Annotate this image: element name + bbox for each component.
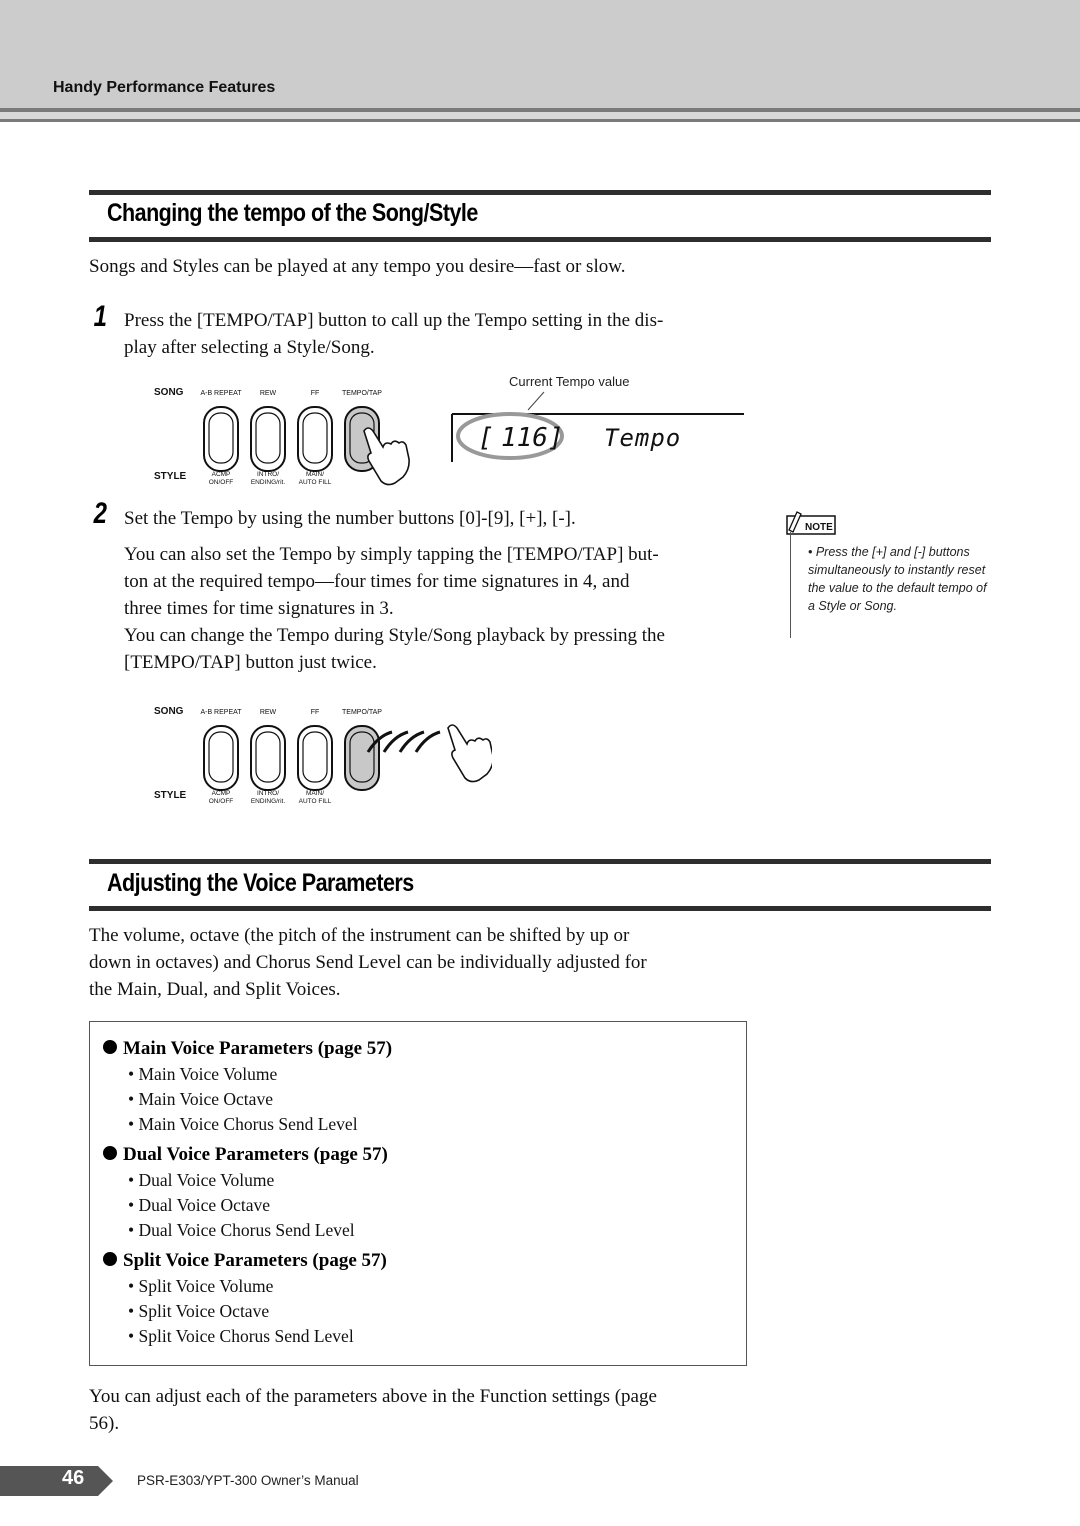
- panel-illustration-double-tap: SONG A-B REPEAT REW FF TEMPO/TAP STYLE A…: [152, 702, 492, 812]
- button-label-top: TEMPO/TAP: [342, 390, 382, 397]
- section2-intro-line1: The volume, octave (the pitch of the ins…: [89, 925, 630, 946]
- song-label: SONG: [154, 387, 184, 398]
- param-item: • Main Voice Volume: [128, 1064, 278, 1084]
- step2-text: Set the Tempo by using the number button…: [124, 508, 576, 529]
- step2-para2-line1: You can change the Tempo during Style/So…: [124, 625, 665, 646]
- section-rule-top: [89, 859, 991, 864]
- section-intro: Songs and Styles can be played at any te…: [89, 256, 626, 277]
- param-item: • Main Voice Chorus Send Level: [128, 1114, 358, 1134]
- page-number: 46: [62, 1467, 85, 1489]
- header-rule-lower: [0, 119, 1080, 122]
- heading-text: Main Voice Parameters (page 57): [123, 1038, 393, 1059]
- hand-pointer-icon: [447, 724, 492, 783]
- manual-name: PSR-E303/YPT-300 Owner’s Manual: [137, 1473, 359, 1488]
- step2-para2-line2: [TEMPO/TAP] button just twice.: [124, 652, 377, 673]
- section-rule-bottom: [89, 906, 991, 911]
- param-item: • Dual Voice Octave: [128, 1195, 271, 1215]
- button-label-bottom-1: ACMP: [211, 790, 231, 797]
- tempo-label: Tempo: [604, 424, 681, 452]
- section2-outro-line1: You can adjust each of the parameters ab…: [89, 1386, 657, 1407]
- lcd-display: [ 116 ] Tempo: [451, 391, 744, 462]
- button-label-bottom-2: ENDING/rit.: [250, 798, 286, 805]
- style-label: STYLE: [154, 790, 187, 801]
- step-number-1: 1: [93, 300, 108, 333]
- section-title-voice-parameters: Adjusting the Voice Parameters: [107, 869, 414, 897]
- button-label-bottom-2: ON/OFF: [208, 798, 234, 805]
- step1-line1: Press the [TEMPO/TAP] button to call up …: [124, 310, 664, 331]
- section-rule-bottom: [89, 237, 991, 242]
- button-label-bottom-1: MAIN/: [305, 790, 325, 797]
- display-caption: Current Tempo value: [509, 374, 630, 389]
- note-badge-icon: NOTE: [786, 511, 836, 535]
- param-item: • Dual Voice Chorus Send Level: [128, 1220, 355, 1240]
- section-rule-top: [89, 190, 991, 195]
- button-label-bottom-1: INTRO/: [256, 471, 280, 478]
- button-label-bottom-2: AUTO FILL: [298, 479, 332, 486]
- param-item: • Split Voice Octave: [128, 1301, 270, 1321]
- param-item: • Split Voice Volume: [128, 1276, 274, 1296]
- section2-intro-line3: the Main, Dual, and Split Voices.: [89, 979, 341, 1000]
- display-bracket-right: ]: [548, 423, 564, 453]
- section2-intro-line2: down in octaves) and Chorus Send Level c…: [89, 952, 647, 973]
- param-item: • Split Voice Chorus Send Level: [128, 1326, 354, 1346]
- running-head: Handy Performance Features: [53, 79, 276, 96]
- bullet-icon: [103, 1040, 117, 1054]
- bullet-icon: [103, 1146, 117, 1160]
- svg-text:NOTE: NOTE: [805, 522, 833, 533]
- display-bracket-left: [: [478, 423, 494, 453]
- page-number-tab: [0, 1466, 113, 1496]
- step2-para1-line1: You can also set the Tempo by simply tap…: [124, 544, 659, 565]
- button-label-top: TEMPO/TAP: [342, 709, 382, 716]
- param-item: • Dual Voice Volume: [128, 1170, 275, 1190]
- param-item: • Main Voice Octave: [128, 1089, 273, 1109]
- button-label-bottom: ACMP ON/OFF: [196, 471, 246, 487]
- step2-para1-line3: three times for time signatures in 3.: [124, 598, 394, 619]
- tempo-value: 116: [501, 423, 548, 453]
- button-label-bottom: MAIN/AUTO FILL: [290, 790, 340, 806]
- button-label-bottom: ACMP ON/OFF: [196, 790, 246, 806]
- song-label: SONG: [154, 706, 184, 717]
- heading-text: Split Voice Parameters (page 57): [123, 1250, 387, 1271]
- section-title-tempo: Changing the tempo of the Song/Style: [107, 199, 478, 227]
- button-label-bottom: MAIN/AUTO FILL: [290, 471, 340, 487]
- button-label-bottom-1: ACMP: [211, 471, 231, 478]
- button-label-bottom-2: ON/OFF: [208, 479, 234, 486]
- button-label-bottom-1: INTRO/: [256, 790, 280, 797]
- caption-pointer-line: [527, 391, 545, 411]
- style-label: STYLE: [154, 471, 187, 482]
- step1-line2: play after selecting a Style/Song.: [124, 337, 375, 358]
- hand-pointer-icon: [363, 427, 410, 486]
- button-label-bottom-2: ENDING/rit.: [250, 479, 286, 486]
- button-label-bottom: INTRO/ENDING/rit.: [243, 471, 293, 487]
- header-rule-gap: [0, 112, 1080, 119]
- button-label-bottom-1: MAIN/: [305, 471, 325, 478]
- panel-illustration-tap: SONG A-B REPEAT REW FF TEMPO/TAP STYLE A…: [152, 383, 422, 493]
- param-group-heading-split: Split Voice Parameters (page 57): [103, 1250, 387, 1272]
- step-number-2: 2: [93, 497, 108, 530]
- button-label-bottom-2: AUTO FILL: [298, 798, 332, 805]
- section2-outro-line2: 56).: [89, 1413, 120, 1434]
- button-label-bottom: INTRO/ENDING/rit.: [243, 790, 293, 806]
- note-bar: [790, 532, 791, 638]
- heading-text: Dual Voice Parameters (page 57): [123, 1144, 388, 1165]
- param-group-heading-dual: Dual Voice Parameters (page 57): [103, 1144, 388, 1166]
- note-text: • Press the [+] and [-] buttons simultan…: [808, 545, 987, 613]
- bullet-icon: [103, 1252, 117, 1266]
- step2-para1-line2: ton at the required tempo—four times for…: [124, 571, 630, 592]
- param-group-heading-main: Main Voice Parameters (page 57): [103, 1038, 392, 1060]
